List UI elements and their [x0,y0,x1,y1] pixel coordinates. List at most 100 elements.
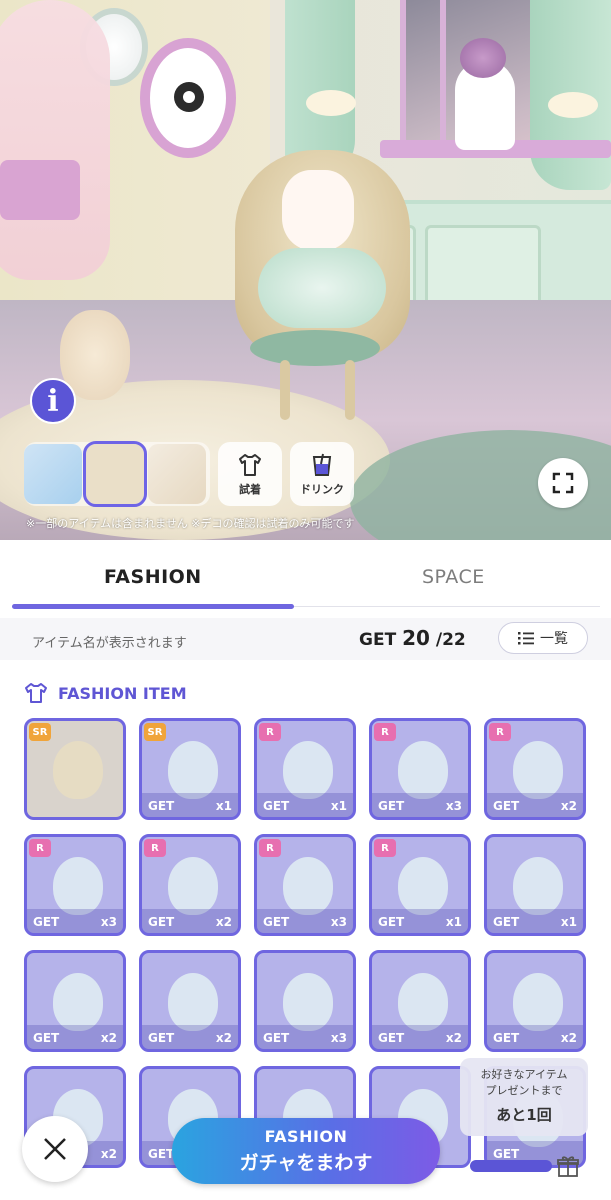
shirt-icon [239,453,261,476]
item-tile[interactable]: R GET x2 [139,834,241,936]
item-preview [168,741,218,799]
preview-notice: ※一部のアイテムは含まれません ※デコの確認は試着のみ可能です [26,517,355,530]
tab-space[interactable]: SPACE [422,566,485,588]
item-tile[interactable]: GET x1 [484,834,586,936]
rose-ornament [460,38,506,78]
present-promo[interactable]: お好きなアイテム プレゼントまで あと1回 [460,1058,588,1136]
gift-icon[interactable] [556,1154,580,1178]
item-tile[interactable]: R GET x3 [24,834,126,936]
item-tile[interactable]: GET x3 [254,950,356,1052]
gacha-line-1: FASHION [264,1127,348,1146]
item-tile[interactable]: R GET x3 [369,718,471,820]
item-count: x2 [445,1031,462,1045]
get-label: GET [263,1031,290,1045]
gacha-button[interactable]: FASHION ガチャをまわす [172,1118,440,1184]
rarity-badge: R [489,723,511,741]
expand-icon [552,472,574,494]
item-count: x3 [445,799,462,813]
get-label: GET [378,915,405,929]
drink-label: ドリンク [300,482,344,496]
list-button-label: 一覧 [540,631,568,647]
item-tile[interactable]: GET x2 [484,950,586,1052]
get-label: GET [493,1031,520,1045]
get-label: GET [33,1031,60,1045]
room-preview: i 試着 ドリンク ※一部のアイテムは含まれません ※デコの確認は試着のみ可能で… [0,0,611,540]
avatar-face [282,170,354,250]
item-tile[interactable]: R GET x1 [369,834,471,936]
item-preview [283,973,333,1031]
info-button[interactable]: i [30,378,76,424]
drink-icon [312,453,332,476]
item-count: x1 [215,799,232,813]
item-preview [513,973,563,1031]
item-tile[interactable]: SR [24,718,126,820]
item-preview [398,973,448,1031]
rarity-badge: R [374,723,396,741]
list-button[interactable]: 一覧 [498,622,588,654]
get-label: GET [263,799,290,813]
item-tile[interactable]: GET x2 [24,950,126,1052]
get-label: GET [263,915,290,929]
stool [250,330,380,366]
shirt-icon [25,683,47,703]
item-preview [283,741,333,799]
stool-leg [280,360,290,420]
avatar-thumb-1[interactable] [24,444,82,504]
curtain-bow-left [306,90,356,116]
rarity-badge: R [374,839,396,857]
item-name-label: アイテム名が表示されます [32,636,187,651]
close-button[interactable] [22,1116,88,1182]
item-tile[interactable]: R GET x3 [254,834,356,936]
rarity-badge: R [259,723,281,741]
fullscreen-button[interactable] [538,458,588,508]
item-preview [398,857,448,915]
get-owned: 20 [402,626,430,650]
try-on-button[interactable]: 試着 [218,442,282,506]
item-preview [513,741,563,799]
get-label: GET [148,799,175,813]
stool-leg [345,360,355,420]
drink-button[interactable]: ドリンク [290,442,354,506]
eye-mirror [140,38,236,158]
item-count: x2 [215,1031,232,1045]
get-label: GET [148,915,175,929]
item-count: x2 [100,1031,117,1045]
avatar-thumbnails [24,441,210,507]
get-label: GET [493,1147,520,1161]
get-label: GET [148,1147,175,1161]
tab-bar: FASHION SPACE [0,540,611,610]
gacha-line-2: ガチャをまわす [239,1152,373,1174]
get-total: /22 [429,630,466,650]
tab-fashion[interactable]: FASHION [104,566,202,588]
rarity-badge: R [144,839,166,857]
rarity-badge: SR [144,723,166,741]
promo-line-3: あと1回 [496,1106,552,1124]
get-counter: GET 20 /22 [359,626,466,650]
item-tile[interactable]: GET x2 [369,950,471,1052]
rarity-badge: R [29,839,51,857]
window-frame-bar [440,0,446,140]
get-label: GET [378,1031,405,1045]
get-prefix: GET [359,630,403,650]
present-progress-bar [470,1160,552,1172]
avatar-thumb-2[interactable] [83,441,147,507]
item-count: x1 [445,915,462,929]
item-count: x2 [560,799,577,813]
item-count: x3 [330,1031,347,1045]
curtain-bow-right [548,92,598,118]
item-count: x3 [100,915,117,929]
item-tile[interactable]: GET x2 [139,950,241,1052]
item-count: x3 [330,915,347,929]
avatar-thumb-3[interactable] [148,444,206,504]
list-icon [518,632,534,645]
item-tile[interactable]: SR GET x1 [139,718,241,820]
get-label: GET [378,799,405,813]
item-preview [168,857,218,915]
get-label: GET [493,799,520,813]
item-tile[interactable]: R GET x2 [484,718,586,820]
item-count: x2 [100,1147,117,1161]
promo-line-1: お好きなアイテム [480,1068,568,1081]
giant-doll [0,0,110,280]
rarity-badge: SR [29,723,51,741]
item-tile[interactable]: R GET x1 [254,718,356,820]
